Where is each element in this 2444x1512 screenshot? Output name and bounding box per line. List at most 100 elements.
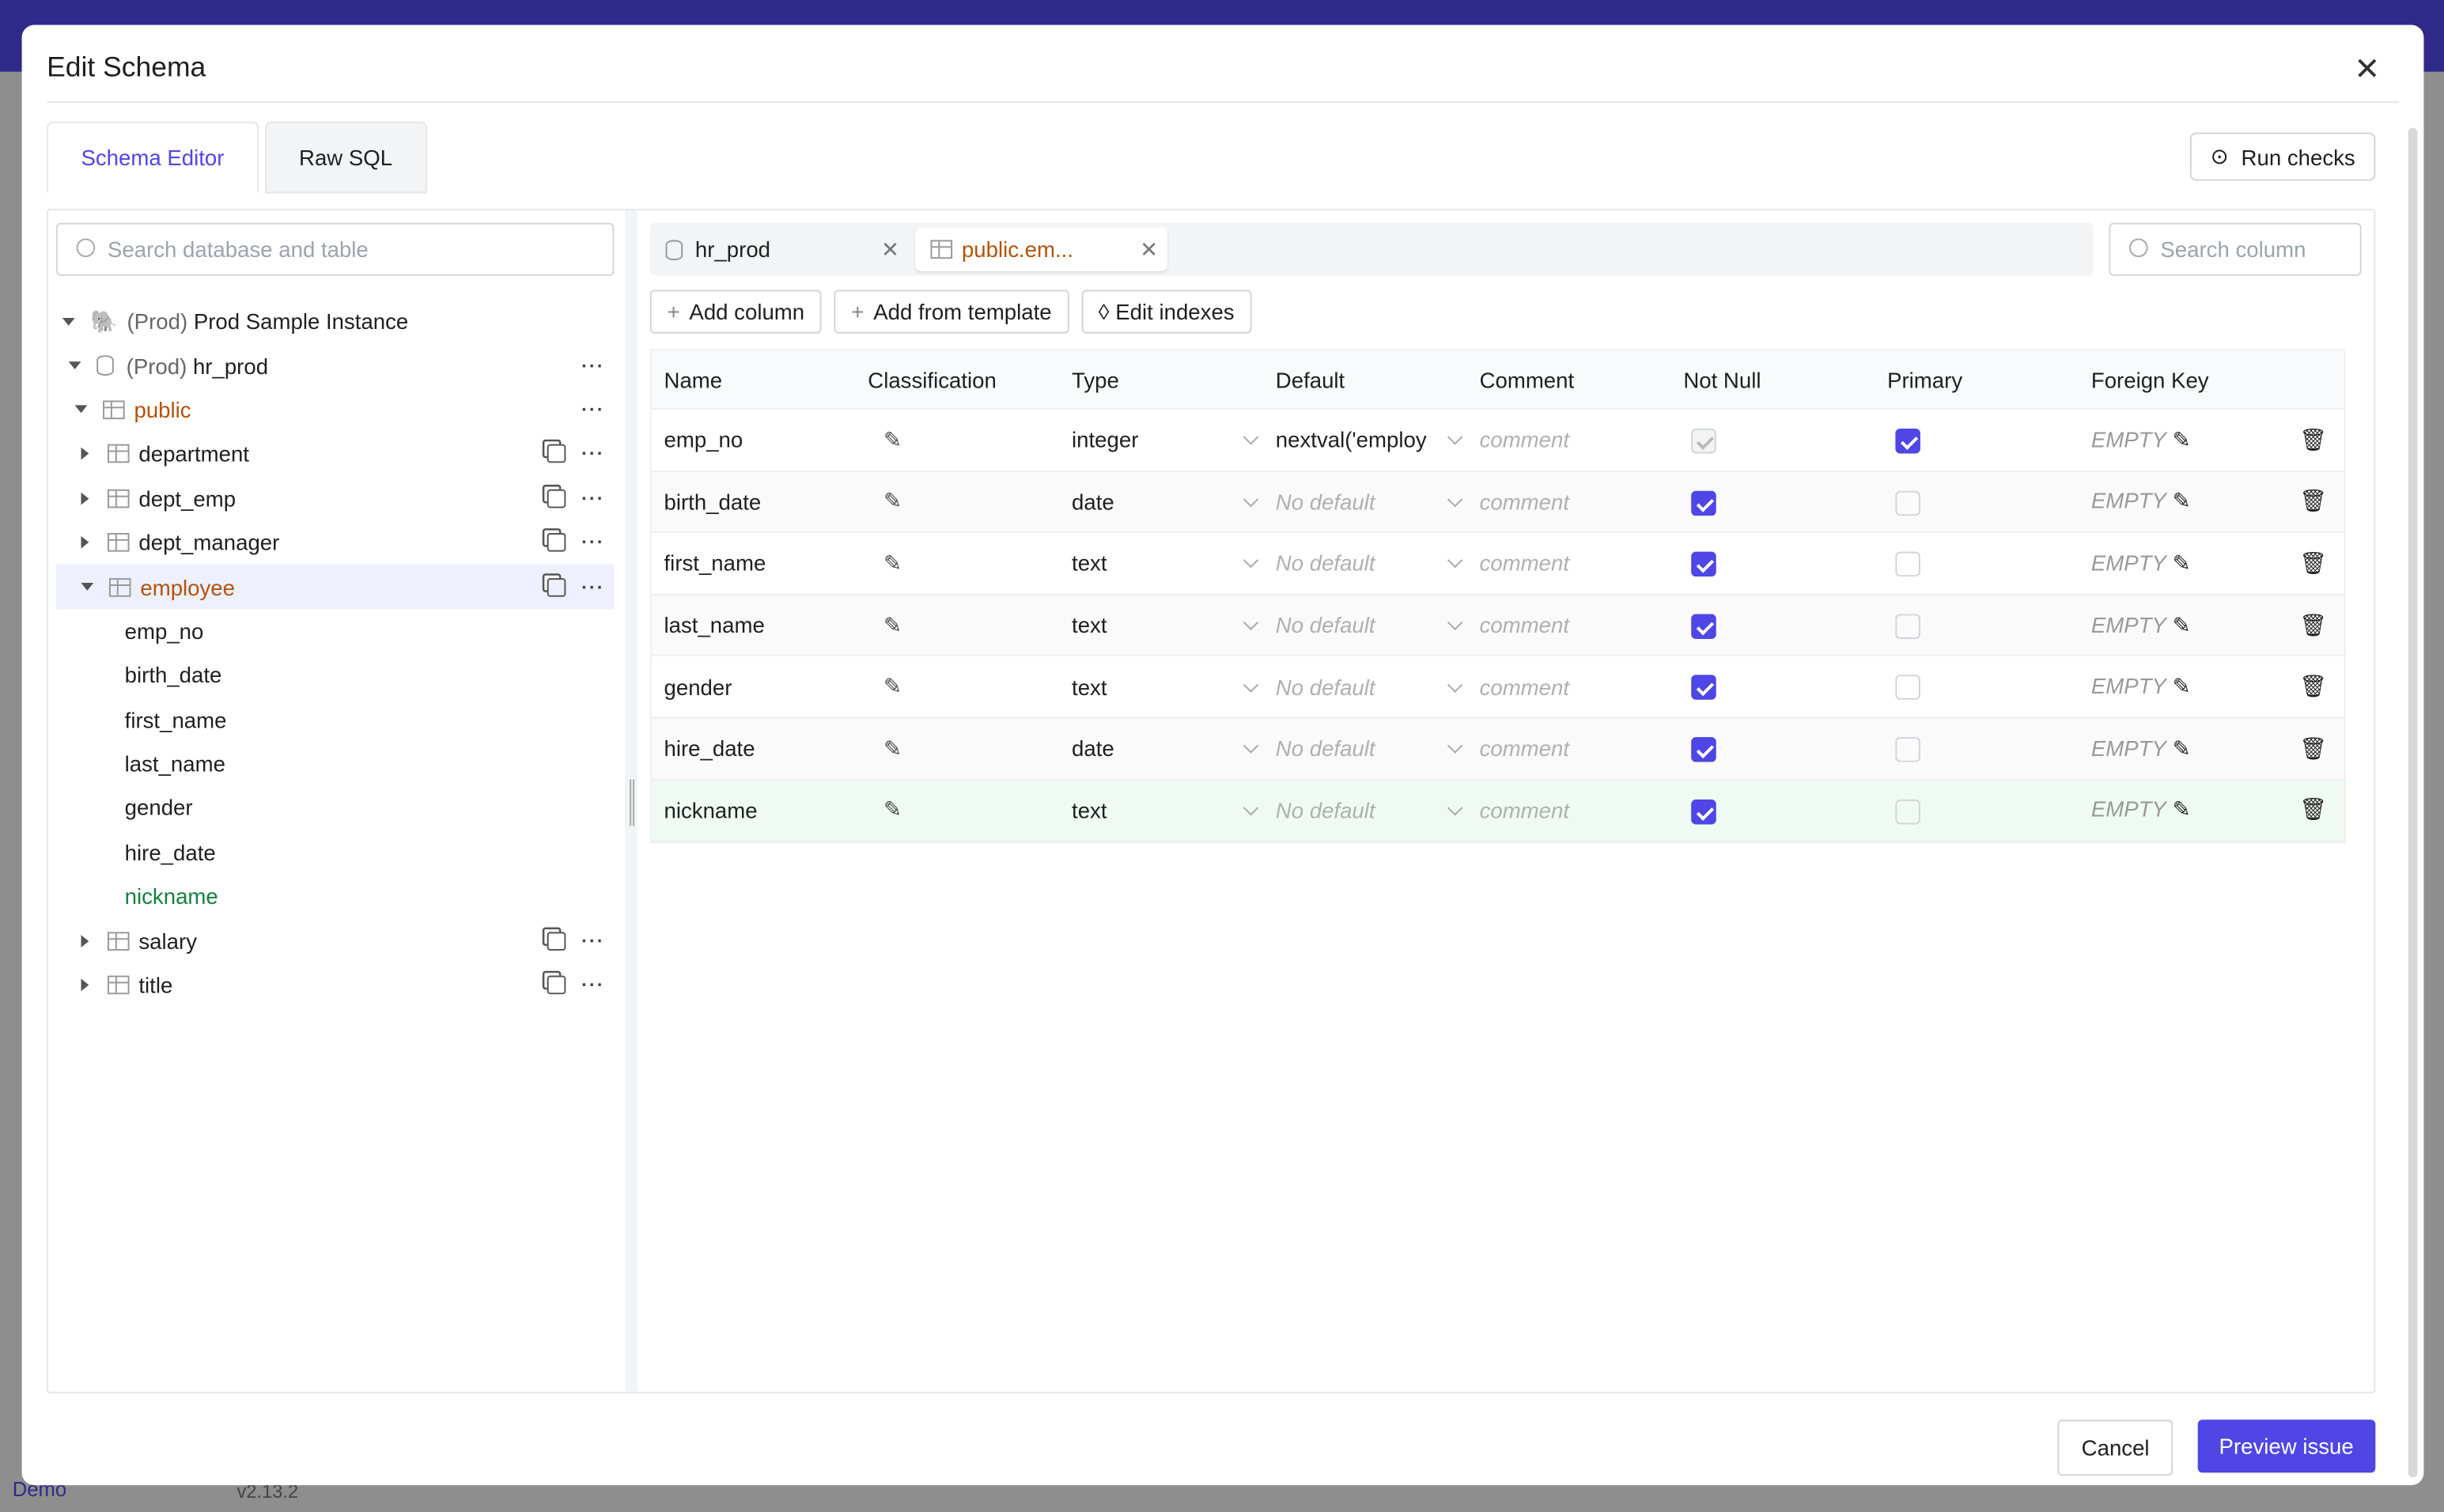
column-name-cell[interactable]: first_name — [652, 551, 856, 576]
more-icon[interactable]: ··· — [581, 531, 605, 554]
primary-checkbox[interactable] — [1894, 736, 1920, 762]
copy-icon[interactable] — [547, 931, 566, 951]
copy-icon[interactable] — [547, 533, 566, 552]
column-name-cell[interactable]: hire_date — [652, 736, 856, 762]
edit-icon[interactable]: ✎ — [2173, 489, 2191, 514]
type-select[interactable]: date — [1059, 490, 1263, 514]
pencil-icon[interactable]: ✎ — [883, 550, 902, 576]
primary-checkbox[interactable] — [1894, 675, 1920, 701]
not-null-checkbox[interactable] — [1691, 736, 1716, 762]
edit-icon[interactable]: ✎ — [2173, 550, 2191, 576]
tree-database[interactable]: (Prod) hr_prod ··· — [56, 343, 615, 387]
close-icon[interactable]: ✕ — [1140, 236, 1158, 263]
column-name-cell[interactable]: birth_date — [652, 490, 856, 515]
pencil-icon[interactable]: ✎ — [883, 489, 902, 514]
not-null-checkbox[interactable] — [1691, 613, 1716, 639]
tree-table[interactable]: department ··· — [56, 432, 615, 476]
tree-column[interactable]: first_name — [56, 697, 615, 742]
comment-input[interactable]: comment — [1480, 551, 1569, 576]
tab-schema-editor[interactable]: Schema Editor — [47, 121, 259, 194]
trash-icon[interactable]: 🗑 — [2299, 427, 2327, 452]
default-select[interactable]: No default — [1263, 736, 1467, 761]
run-checks-button[interactable]: ⊙ Run checks — [2190, 132, 2376, 181]
tree-table[interactable]: dept_manager ··· — [56, 520, 615, 565]
default-select[interactable]: No default — [1263, 798, 1467, 822]
trash-icon[interactable]: 🗑 — [2299, 797, 2327, 822]
more-icon[interactable]: ··· — [581, 974, 605, 996]
trash-icon[interactable]: 🗑 — [2299, 674, 2327, 699]
pencil-icon[interactable]: ✎ — [883, 427, 902, 452]
tree-instance[interactable]: 🐘 (Prod) Prod Sample Instance — [56, 299, 615, 343]
comment-input[interactable]: comment — [1480, 613, 1569, 638]
edit-icon[interactable]: ✎ — [2173, 797, 2191, 822]
more-icon[interactable]: ··· — [581, 443, 605, 465]
copy-icon[interactable] — [547, 975, 566, 995]
tree-table[interactable]: employee ··· — [55, 565, 615, 610]
tree-column[interactable]: emp_no — [56, 609, 615, 653]
type-select[interactable]: text — [1059, 798, 1263, 822]
more-icon[interactable]: ··· — [581, 399, 605, 421]
tree-column[interactable]: birth_date — [56, 653, 615, 697]
type-select[interactable]: text — [1059, 613, 1263, 637]
tree-table[interactable]: dept_emp ··· — [56, 476, 615, 520]
more-icon[interactable]: ··· — [581, 354, 605, 376]
type-select[interactable]: integer — [1059, 428, 1263, 452]
trash-icon[interactable]: 🗑 — [2299, 612, 2327, 637]
tree-column[interactable]: nickname — [56, 875, 615, 919]
file-tab-public-employee[interactable]: public.em... ✕ — [914, 227, 1168, 271]
more-icon[interactable]: ··· — [581, 930, 605, 952]
comment-input[interactable]: comment — [1480, 736, 1569, 762]
add-from-template-button[interactable]: + Add from template — [834, 289, 1069, 334]
tree-table[interactable]: title ··· — [56, 963, 615, 1007]
edit-icon[interactable]: ✎ — [2173, 427, 2191, 452]
type-select[interactable]: text — [1059, 551, 1263, 576]
comment-input[interactable]: comment — [1480, 798, 1569, 823]
primary-checkbox[interactable] — [1894, 613, 1920, 639]
not-null-checkbox[interactable] — [1691, 490, 1716, 516]
primary-checkbox[interactable] — [1894, 798, 1920, 824]
edit-icon[interactable]: ✎ — [2173, 674, 2191, 699]
tree-column[interactable]: gender — [56, 786, 615, 830]
copy-icon[interactable] — [547, 489, 566, 508]
tree-schema[interactable]: public ··· — [56, 387, 615, 432]
file-tab-hr-prod[interactable]: hr_prod ✕ — [650, 228, 909, 271]
tree-table[interactable]: salary ··· — [56, 919, 615, 963]
close-icon[interactable]: ✕ — [2354, 50, 2380, 89]
not-null-checkbox[interactable] — [1691, 551, 1716, 577]
resize-handle[interactable] — [630, 779, 635, 826]
default-select[interactable]: No default — [1263, 551, 1467, 576]
pencil-icon[interactable]: ✎ — [883, 797, 902, 822]
type-select[interactable]: date — [1059, 736, 1263, 761]
cancel-button[interactable]: Cancel — [2058, 1419, 2173, 1476]
copy-icon[interactable] — [547, 577, 566, 596]
column-name-cell[interactable]: nickname — [652, 798, 856, 823]
column-name-cell[interactable]: gender — [652, 675, 856, 700]
comment-input[interactable]: comment — [1480, 428, 1569, 453]
default-select[interactable]: No default — [1263, 490, 1467, 514]
not-null-checkbox[interactable] — [1691, 428, 1716, 454]
column-name-cell[interactable]: emp_no — [652, 428, 856, 453]
type-select[interactable]: text — [1059, 675, 1263, 699]
more-icon[interactable]: ··· — [581, 487, 605, 509]
search-column-input[interactable]: Search column — [2109, 222, 2362, 276]
search-database-input[interactable]: Search database and table — [55, 222, 615, 276]
pencil-icon[interactable]: ✎ — [883, 612, 902, 637]
preview-issue-button[interactable]: Preview issue — [2196, 1419, 2376, 1473]
tab-raw-sql[interactable]: Raw SQL — [264, 121, 427, 194]
close-icon[interactable]: ✕ — [881, 236, 899, 263]
scrollbar[interactable] — [2408, 127, 2418, 1478]
comment-input[interactable]: comment — [1480, 490, 1569, 515]
default-select[interactable]: nextval('employ — [1263, 428, 1467, 452]
primary-checkbox[interactable] — [1894, 428, 1920, 454]
edit-icon[interactable]: ✎ — [2173, 735, 2191, 761]
edit-indexes-button[interactable]: ◊ Edit indexes — [1081, 289, 1252, 334]
not-null-checkbox[interactable] — [1691, 798, 1716, 824]
pencil-icon[interactable]: ✎ — [883, 735, 902, 761]
more-icon[interactable]: ··· — [581, 576, 605, 598]
tree-column[interactable]: hire_date — [56, 830, 615, 875]
not-null-checkbox[interactable] — [1691, 675, 1716, 701]
primary-checkbox[interactable] — [1894, 490, 1920, 516]
trash-icon[interactable]: 🗑 — [2299, 550, 2327, 576]
copy-icon[interactable] — [547, 444, 566, 464]
trash-icon[interactable]: 🗑 — [2299, 735, 2327, 761]
